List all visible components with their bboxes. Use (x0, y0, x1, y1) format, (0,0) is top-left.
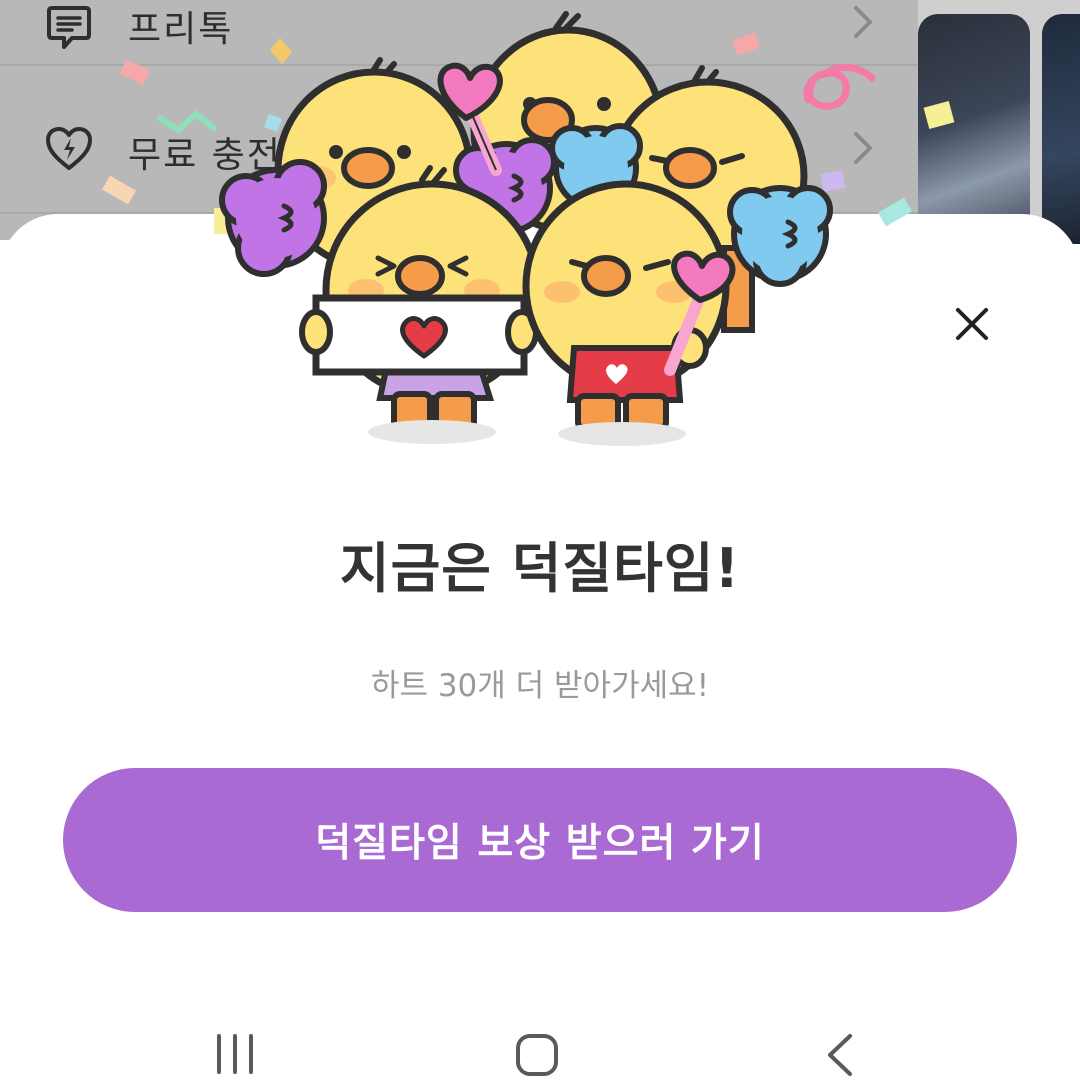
close-icon[interactable] (948, 300, 996, 348)
screen: 프리톡 무료 충전 지금은 덕질타임! 하트 30개 더 받아가세요! 덕질타임… (0, 0, 1080, 1080)
popup-subtitle: 하트 30개 더 받아가세요! (370, 668, 710, 704)
home-icon[interactable] (514, 1032, 560, 1078)
heart-lightning-icon (46, 127, 92, 170)
popup-title: 지금은 덕질타임! (339, 537, 741, 600)
background-app: 프리톡 무료 충전 (0, 0, 1080, 244)
chevron-right-icon (854, 132, 872, 164)
content-thumbnail[interactable] (1042, 14, 1080, 244)
back-icon[interactable] (824, 1032, 856, 1078)
menu-item-label: 프리톡 (128, 9, 234, 50)
menu-item-free-charge[interactable]: 무료 충전 (0, 66, 918, 214)
menu-item-label: 무료 충전 (128, 135, 282, 176)
chat-bubble-icon (47, 6, 91, 49)
side-menu: 프리톡 무료 충전 (0, 0, 918, 240)
recent-apps-icon[interactable] (214, 1032, 256, 1076)
chevron-right-icon (854, 6, 872, 38)
reward-popup-sheet (0, 214, 1080, 1080)
system-nav-bar (0, 1010, 1080, 1080)
content-thumbnail[interactable] (918, 14, 1030, 244)
menu-item-freetalk[interactable]: 프리톡 (0, 0, 918, 66)
claim-reward-button[interactable]: 덕질타임 보상 받으러 가기 (63, 768, 1017, 912)
